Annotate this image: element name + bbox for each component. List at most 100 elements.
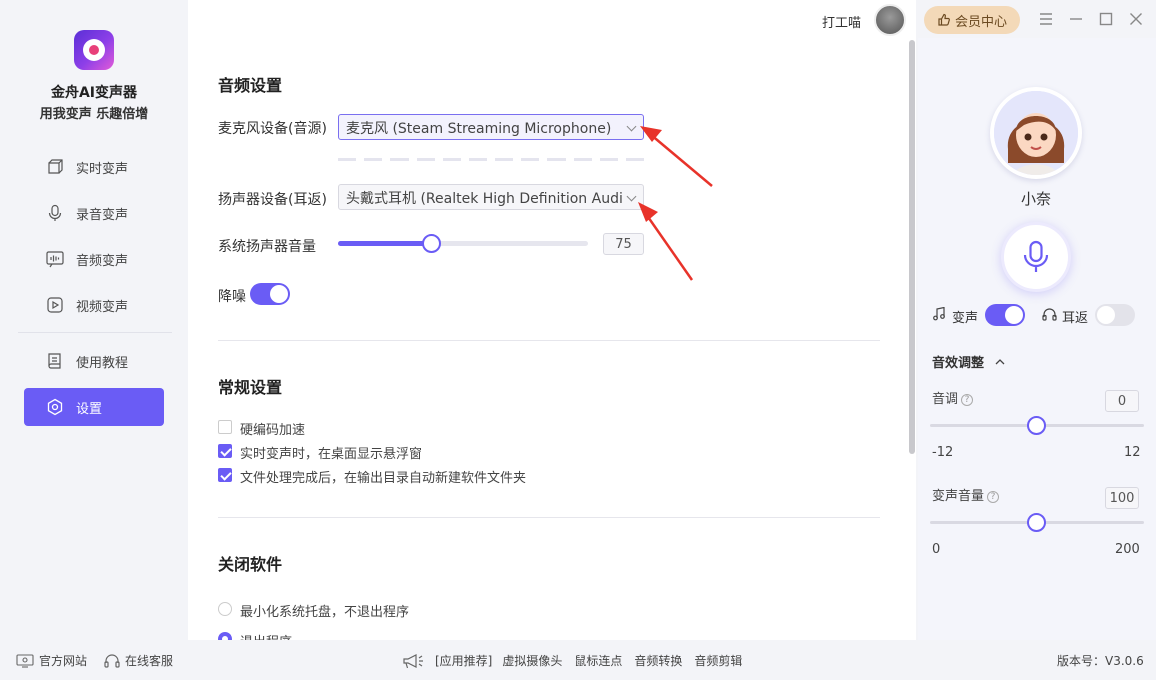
headset-icon: [104, 653, 120, 668]
microphone-icon: [46, 204, 64, 222]
monitor-toggle[interactable]: [1095, 304, 1135, 326]
floating-window-label: 实时变声时，在桌面显示悬浮窗: [240, 447, 423, 462]
pitch-max: 12: [1124, 445, 1141, 460]
recommend-section: [应用推荐] 虚拟摄像头 鼠标连点 音频转换 音频剪辑: [402, 652, 742, 669]
effect-volume-value[interactable]: 100: [1105, 487, 1139, 509]
nav-item-realtime[interactable]: 实时变声: [24, 148, 164, 186]
nav-item-recording[interactable]: 录音变声: [24, 194, 164, 232]
monitor-label: 耳返: [1062, 311, 1089, 326]
version-text: 版本号：V3.0.6: [1057, 654, 1144, 668]
monitor-icon: [16, 653, 34, 668]
system-volume-label: 系统扬声器音量: [218, 239, 316, 255]
clipped-option: 退出程序: [188, 626, 916, 640]
maximize-icon[interactable]: [1098, 11, 1114, 27]
pitch-thumb[interactable]: [1027, 416, 1046, 435]
system-volume-thumb[interactable]: [422, 234, 441, 253]
effect-volume-slider[interactable]: [930, 513, 1144, 532]
mic-level-meter: [338, 158, 645, 163]
settings-icon: [46, 398, 64, 416]
virtual-camera-link[interactable]: 虚拟摄像头: [502, 652, 562, 669]
close-icon[interactable]: [1128, 11, 1144, 27]
official-website-link[interactable]: 官方网站: [16, 652, 87, 669]
pitch-min: -12: [932, 445, 954, 460]
auto-folder-checkbox[interactable]: [218, 468, 232, 482]
play-icon: [46, 296, 64, 314]
nav-item-video[interactable]: 视频变声: [24, 286, 164, 324]
nav-item-label: 录音变声: [76, 207, 129, 223]
menu-icon[interactable]: [1038, 11, 1054, 27]
section-divider: [218, 517, 880, 518]
settings-scrollbar[interactable]: [909, 40, 915, 454]
app-name: 金舟AI变声器: [50, 85, 138, 101]
general-settings-title: 常规设置: [218, 378, 283, 397]
microphone-button[interactable]: [1001, 222, 1071, 292]
headphones-icon: [1042, 308, 1057, 321]
voice-change-label: 变声: [952, 311, 979, 326]
exit-program-label: 退出程序: [240, 631, 292, 640]
hardware-accel-checkbox[interactable]: [218, 420, 232, 434]
settings-panel: [188, 0, 916, 640]
minimize-tray-radio[interactable]: [218, 602, 232, 616]
close-settings-title: 关闭软件: [218, 555, 283, 574]
user-avatar[interactable]: [874, 4, 906, 36]
pitch-value[interactable]: 0: [1105, 390, 1139, 412]
floating-window-checkbox[interactable]: [218, 444, 232, 458]
minimize-tray-label: 最小化系统托盘，不退出程序: [240, 605, 410, 620]
effects-title-label: 音效调整: [932, 356, 985, 371]
speaker-device-select[interactable]: 头戴式耳机 (Realtek High Definition Audi: [338, 184, 644, 210]
vip-center-label: 会员中心: [954, 14, 1007, 30]
vip-center-button[interactable]: 会员中心: [924, 6, 1020, 34]
exit-program-radio[interactable]: [218, 632, 232, 640]
microphone-icon: [1023, 240, 1049, 272]
thumbs-up-icon: [938, 13, 950, 26]
nav-item-audio[interactable]: 音频变声: [24, 240, 164, 278]
mic-device-value: 麦克风 (Steam Streaming Microphone): [346, 121, 612, 137]
user-name[interactable]: 打工喵: [822, 12, 861, 31]
nav-item-label: 音频变声: [76, 253, 129, 269]
voice-name: 小奈: [1020, 190, 1051, 208]
pitch-slider[interactable]: [930, 416, 1144, 435]
voice-change-toggle[interactable]: [985, 304, 1025, 326]
effect-volume-max: 200: [1115, 542, 1140, 557]
help-icon[interactable]: ?: [961, 394, 974, 406]
help-icon[interactable]: ?: [987, 491, 1000, 503]
audio-convert-link[interactable]: 音频转换: [634, 652, 682, 669]
effect-volume-label-text: 变声音量: [932, 489, 985, 504]
effects-title[interactable]: 音效调整: [932, 352, 1005, 371]
minimize-icon[interactable]: [1068, 11, 1084, 27]
auto-folder-label: 文件处理完成后，在输出目录自动新建软件文件夹: [240, 471, 527, 486]
app-logo-icon: [74, 30, 114, 70]
system-volume-slider[interactable]: [338, 234, 588, 253]
nav-divider: [18, 332, 172, 333]
effect-volume-label: 变声音量?: [932, 485, 1000, 504]
sidebar: 金舟AI变声器 用我变声 乐趣倍增 实时变声 录音变声 音频变声 视频变声 使用…: [0, 0, 188, 640]
noise-reduction-toggle[interactable]: [250, 283, 290, 305]
online-support-link[interactable]: 在线客服: [104, 652, 173, 669]
recommend-label: [应用推荐]: [435, 654, 493, 668]
effect-volume-thumb[interactable]: [1027, 513, 1046, 532]
app-slogan: 用我变声 乐趣倍增: [39, 107, 149, 122]
pitch-label-text: 音调: [932, 392, 959, 407]
nav-item-label: 实时变声: [76, 161, 129, 177]
megaphone-icon: [403, 653, 423, 668]
audio-wave-icon: [46, 250, 64, 268]
book-icon: [46, 352, 64, 370]
voice-avatar[interactable]: [990, 87, 1082, 179]
nav-item-settings[interactable]: 设置: [24, 388, 164, 426]
mic-device-select[interactable]: 麦克风 (Steam Streaming Microphone): [338, 114, 644, 140]
auto-clicker-link[interactable]: 鼠标连点: [574, 652, 622, 669]
speaker-device-label: 扬声器设备(耳返): [218, 192, 327, 208]
mic-device-label: 麦克风设备(音源): [218, 121, 327, 137]
annotation-arrow-icon: [638, 126, 713, 281]
nav-item-tutorial[interactable]: 使用教程: [24, 342, 164, 380]
pitch-label: 音调?: [932, 388, 974, 407]
nav-menu: 实时变声 录音变声 音频变声 视频变声 使用教程 设置: [18, 148, 172, 434]
effect-volume-min: 0: [932, 542, 941, 557]
nav-item-label: 设置: [76, 401, 103, 417]
online-support-label: 在线客服: [125, 654, 174, 668]
audio-edit-link[interactable]: 音频剪辑: [694, 652, 742, 669]
noise-reduction-label: 降噪: [218, 289, 246, 305]
hardware-accel-label: 硬编码加速: [240, 423, 306, 438]
section-divider: [218, 340, 880, 341]
nav-item-label: 视频变声: [76, 299, 129, 315]
